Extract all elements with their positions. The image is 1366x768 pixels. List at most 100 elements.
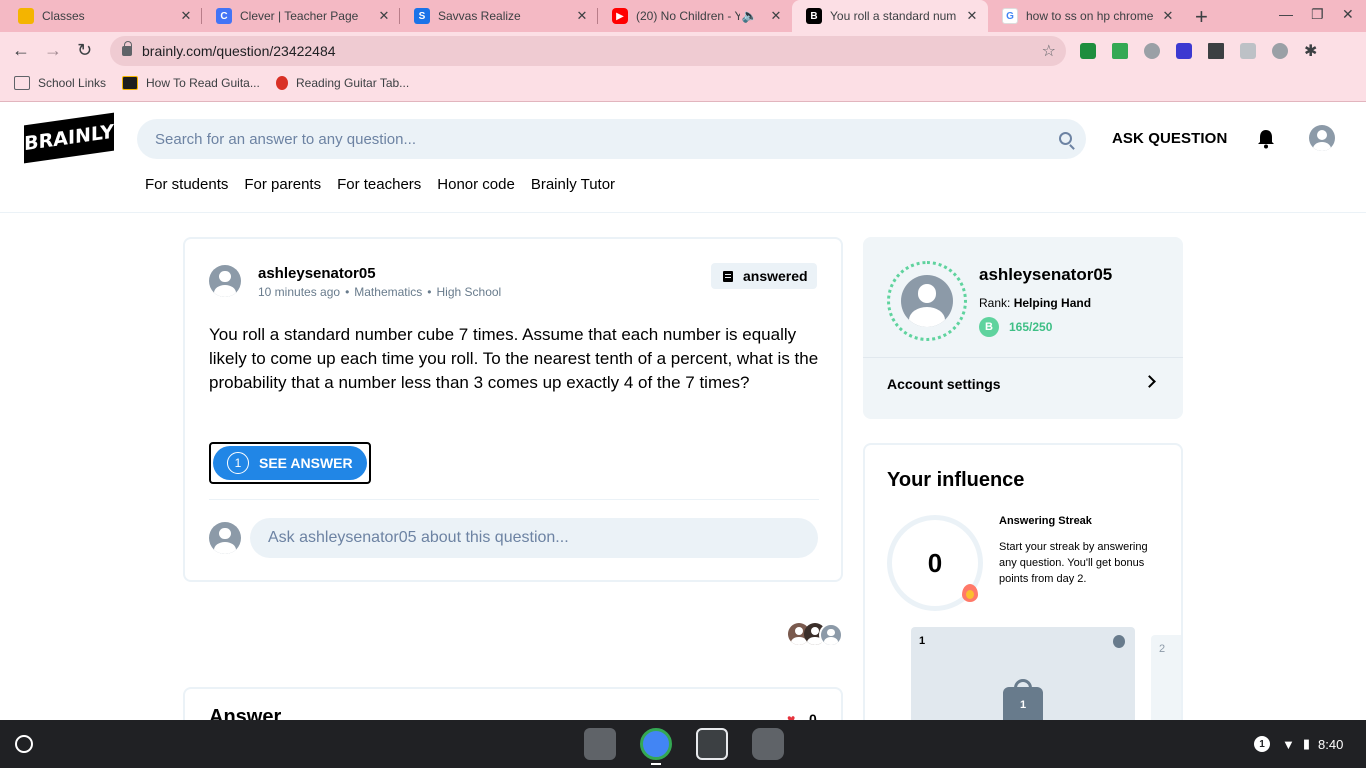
folder-icon <box>14 76 30 90</box>
bookmark-school-links[interactable]: School Links <box>14 76 106 90</box>
close-icon[interactable]: ✕ <box>178 8 194 24</box>
nav-for-students[interactable]: For students <box>145 176 228 193</box>
divider <box>209 499 819 500</box>
close-icon[interactable]: ✕ <box>1160 8 1176 24</box>
calculator-app-icon[interactable] <box>696 728 728 760</box>
nav-brainly-tutor[interactable]: Brainly Tutor <box>531 176 615 193</box>
speaker-icon[interactable]: 🔈 <box>740 8 760 24</box>
browser-toolbar: ← → ↻ brainly.com/question/23422484 ☆ ✱ <box>0 32 1366 70</box>
puzzle-extensions-icon[interactable]: ✱ <box>1304 41 1320 60</box>
streak-title: Answering Streak <box>999 515 1092 527</box>
sub-navigation: For students For parents For teachers Ho… <box>145 176 615 193</box>
pdf-app-icon[interactable] <box>584 728 616 760</box>
search-input[interactable]: Search for an answer to any question... <box>137 119 1086 159</box>
notification-badge[interactable]: 1 <box>1254 736 1270 752</box>
launcher-icon[interactable] <box>15 735 33 753</box>
brainly-logo[interactable]: BRAINLY <box>24 112 114 164</box>
account-settings-link[interactable]: Account settings <box>887 376 1001 392</box>
flame-icon <box>962 584 978 602</box>
profile-points: B 165/250 <box>979 317 1052 337</box>
tab-classes[interactable]: Classes ✕ <box>4 0 202 32</box>
close-icon[interactable]: ✕ <box>768 8 784 24</box>
profile-card: ashleysenator05 Rank: Helping Hand B 165… <box>863 237 1183 419</box>
google-icon: G <box>1002 8 1018 24</box>
flame-icon <box>1113 635 1125 648</box>
day-label: 1 <box>919 635 926 647</box>
streak-day-card: 1 1 <box>911 627 1135 731</box>
nav-for-teachers[interactable]: For teachers <box>337 176 421 193</box>
close-icon[interactable]: ✕ <box>964 8 980 24</box>
extension-icon[interactable] <box>1272 43 1288 59</box>
status-label: answered <box>743 268 808 284</box>
extension-icon[interactable] <box>1144 43 1160 59</box>
tab-youtube[interactable]: ▶ (20) No Children - Yo 🔈 ✕ <box>598 0 792 32</box>
minimize-button[interactable]: — <box>1279 6 1293 22</box>
search-placeholder: Search for an answer to any question... <box>155 130 416 148</box>
avatar <box>819 623 843 647</box>
question-author-avatar[interactable] <box>209 265 241 297</box>
savvas-icon: S <box>414 8 430 24</box>
reload-icon[interactable]: ↻ <box>77 40 92 61</box>
forward-icon[interactable]: → <box>44 40 62 61</box>
wifi-icon: ▼ <box>1282 736 1295 752</box>
bookmarks-bar: School Links How To Read Guita... Readin… <box>0 70 1366 102</box>
answerer-avatars[interactable] <box>788 623 844 647</box>
profile-name[interactable]: ashleysenator05 <box>979 265 1112 285</box>
tab-savvas[interactable]: S Savvas Realize ✕ <box>400 0 598 32</box>
influence-card: Your influence 0 Answering Streak Start … <box>863 443 1183 733</box>
restore-button[interactable]: ❐ <box>1311 6 1324 23</box>
site-header: BRAINLY Search for an answer to any ques… <box>0 103 1366 213</box>
bell-icon[interactable] <box>1257 129 1275 149</box>
new-tab-button[interactable]: + <box>1195 4 1208 30</box>
tab-clever[interactable]: C Clever | Teacher Page ✕ <box>202 0 400 32</box>
question-author[interactable]: ashleysenator05 <box>258 265 376 282</box>
chrome-icon[interactable] <box>640 728 672 760</box>
bookmark-label: Reading Guitar Tab... <box>296 76 410 90</box>
tab-title: Savvas Realize <box>438 9 521 23</box>
streak-ring: 0 <box>887 515 983 611</box>
extension-icon[interactable] <box>1240 43 1256 59</box>
youtube-icon: ▶ <box>612 8 628 24</box>
bookmark-star-icon[interactable]: ☆ <box>1042 41 1056 61</box>
back-icon[interactable]: ← <box>12 40 30 61</box>
user-avatar[interactable] <box>1309 125 1335 151</box>
question-meta: 10 minutes ago • Mathematics • High Scho… <box>258 285 502 299</box>
nav-honor-code[interactable]: Honor code <box>437 176 515 193</box>
status-badge: answered <box>711 263 817 289</box>
bookmark-label: How To Read Guita... <box>146 76 260 90</box>
clever-extension-icon[interactable] <box>1176 43 1192 59</box>
camera-app-icon[interactable] <box>752 728 784 760</box>
question-subject[interactable]: Mathematics <box>354 285 422 299</box>
cast-extension-icon[interactable] <box>1112 43 1128 59</box>
nav-for-parents[interactable]: For parents <box>244 176 321 193</box>
chart-extension-icon[interactable] <box>1208 43 1224 59</box>
question-level: High School <box>436 285 502 299</box>
system-tray[interactable]: 1 ▼ ▮ 8:40 <box>1242 730 1358 758</box>
guitar-site-icon <box>122 76 138 90</box>
os-shelf: 1 ▼ ▮ 8:40 <box>0 720 1366 768</box>
window-close-button[interactable]: ✕ <box>1342 6 1354 23</box>
chevron-right-icon[interactable] <box>1143 375 1156 388</box>
answer-count-badge: 1 <box>227 452 249 474</box>
clock: 8:40 <box>1318 736 1344 752</box>
url-text: brainly.com/question/23422484 <box>142 43 336 59</box>
search-icon[interactable] <box>1059 132 1072 145</box>
tab-title: (20) No Children - Yo <box>636 9 740 23</box>
brainly-icon: B <box>806 8 822 24</box>
see-answer-button[interactable]: 1 SEE ANSWER <box>209 442 371 484</box>
close-icon[interactable]: ✕ <box>376 8 392 24</box>
comment-input[interactable]: Ask ashleysenator05 about this question.… <box>250 518 818 558</box>
divider <box>863 357 1183 358</box>
tab-brainly[interactable]: B You roll a standard num ✕ <box>792 0 988 32</box>
battery-icon: ▮ <box>1302 736 1311 751</box>
profile-avatar[interactable] <box>901 275 953 327</box>
classroom-extension-icon[interactable] <box>1080 43 1096 59</box>
tab-google[interactable]: G how to ss on hp chrome ✕ <box>988 0 1184 32</box>
bookmark-reading-guitar-tab[interactable]: Reading Guitar Tab... <box>276 76 409 90</box>
day-label: 2 <box>1159 643 1166 655</box>
ask-question-button[interactable]: ASK QUESTION <box>1112 130 1227 147</box>
close-icon[interactable]: ✕ <box>574 8 590 24</box>
bookmark-how-to-read-guitar[interactable]: How To Read Guita... <box>122 76 260 90</box>
address-bar[interactable]: brainly.com/question/23422484 ☆ <box>110 36 1066 66</box>
lock-icon <box>122 41 132 56</box>
